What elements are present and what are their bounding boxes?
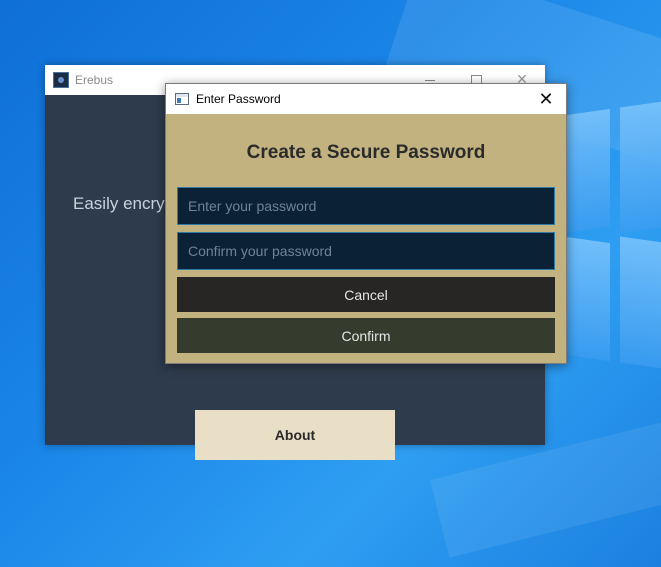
window-icon	[175, 93, 189, 105]
dialog-heading: Create a Secure Password	[246, 142, 486, 163]
confirm-button[interactable]: Confirm	[177, 318, 555, 353]
tagline-text: Easily encry	[73, 194, 165, 213]
main-window-title: Erebus	[75, 73, 114, 87]
dialog-title: Enter Password	[196, 92, 281, 106]
enter-password-dialog: Enter Password ✕ Create a Secure Passwor…	[165, 83, 567, 364]
erebus-app-icon	[53, 72, 69, 88]
windows-logo-pane	[620, 236, 661, 370]
desktop-background: Erebus ✕ Easily encry About Enter Passwo…	[0, 0, 661, 567]
close-icon[interactable]: ✕	[526, 84, 566, 114]
password-input[interactable]	[177, 187, 555, 225]
windows-logo-pane	[566, 236, 610, 362]
windows-logo-pane	[620, 100, 661, 234]
dialog-titlebar[interactable]: Enter Password ✕	[166, 84, 566, 114]
confirm-password-input[interactable]	[177, 232, 555, 270]
cancel-button[interactable]: Cancel	[177, 277, 555, 312]
windows-logo-pane	[566, 108, 610, 234]
about-button[interactable]: About	[195, 410, 395, 460]
